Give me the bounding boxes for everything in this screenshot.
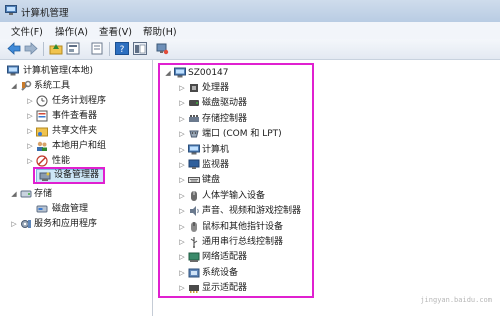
watermark: jingyan.baidu.com xyxy=(392,280,492,312)
tree-task-scheduler-label: 任务计划程序 xyxy=(52,96,107,106)
tree-performance-label: 性能 xyxy=(52,156,71,166)
collapse-arrow-icon[interactable]: ◢ xyxy=(10,187,18,201)
tree-services[interactable]: ▷ 服务和应用程序 xyxy=(10,217,150,231)
tree-system-tools-label: 系统工具 xyxy=(34,81,71,91)
expand-arrow-icon[interactable]: ▷ xyxy=(26,154,34,168)
tree-shared-folders[interactable]: ▷ 共享文件夹 xyxy=(26,124,150,138)
event-viewer-icon xyxy=(36,110,48,122)
performance-icon xyxy=(36,155,48,167)
svg-text:?: ? xyxy=(120,45,125,55)
tree-system-tools[interactable]: ◢ 系统工具 xyxy=(10,79,150,93)
tree-storage-label: 存储 xyxy=(34,189,53,199)
tree-shared-folders-label: 共享文件夹 xyxy=(52,126,98,136)
expand-arrow-icon[interactable]: ▷ xyxy=(26,124,34,138)
help-icon[interactable]: ? xyxy=(115,42,129,55)
device-action-icon[interactable] xyxy=(155,42,169,55)
computer-management-icon xyxy=(5,5,17,16)
device-tree-highlight xyxy=(158,63,314,298)
tree-disk-management-label: 磁盘管理 xyxy=(52,204,89,214)
watermark-text: jingyan.baidu.com xyxy=(420,296,492,304)
tree-event-viewer-label: 事件查看器 xyxy=(52,111,98,121)
computer-management-icon xyxy=(7,65,19,77)
title-bar: 计算机管理 xyxy=(0,0,500,22)
disk-management-icon xyxy=(36,203,48,215)
services-icon xyxy=(20,218,32,230)
tree-task-scheduler[interactable]: ▷ 任务计划程序 xyxy=(26,94,150,108)
tree-disk-management[interactable]: 磁盘管理 xyxy=(26,202,150,216)
expand-arrow-icon[interactable]: ▷ xyxy=(10,217,18,231)
expand-arrow-icon[interactable]: ▷ xyxy=(26,94,34,108)
menu-view[interactable]: 查看(V) xyxy=(99,24,132,38)
collapse-arrow-icon[interactable]: ◢ xyxy=(10,79,18,93)
menu-bar: 文件(F) 操作(A) 查看(V) 帮助(H) xyxy=(0,22,500,40)
toolbar-separator xyxy=(43,42,44,56)
menu-action[interactable]: 操作(A) xyxy=(55,24,88,38)
properties-icon[interactable] xyxy=(66,42,80,55)
clock-icon xyxy=(36,95,48,107)
back-icon[interactable] xyxy=(7,42,21,55)
tree-local-users[interactable]: ▷ 本地用户和组 xyxy=(26,139,150,153)
storage-icon xyxy=(20,188,32,200)
menu-help[interactable]: 帮助(H) xyxy=(143,24,177,38)
up-icon[interactable] xyxy=(49,42,63,55)
forward-icon[interactable] xyxy=(24,42,38,55)
users-icon xyxy=(36,140,48,152)
expand-arrow-icon[interactable]: ▷ xyxy=(26,109,34,123)
export-icon[interactable] xyxy=(90,42,104,55)
console-icon[interactable] xyxy=(133,42,147,55)
tree-local-users-label: 本地用户和组 xyxy=(52,141,107,151)
tree-storage[interactable]: ◢ 存储 xyxy=(10,187,150,201)
device-manager-highlight xyxy=(33,167,105,184)
tree-event-viewer[interactable]: ▷ 事件查看器 xyxy=(26,109,150,123)
shared-folder-icon xyxy=(36,125,48,137)
tree-performance[interactable]: ▷ 性能 xyxy=(26,154,150,168)
navigation-tree: 计算机管理(本地) ◢ 系统工具 ▷ 任务计划程序 ▷ 事件查看器 ▷ 共享文件… xyxy=(0,60,153,316)
tree-root[interactable]: 计算机管理(本地) xyxy=(5,64,151,78)
toolbar-separator xyxy=(109,42,110,56)
system-tools-icon xyxy=(20,80,32,92)
toolbar: ? xyxy=(0,39,500,60)
menu-file[interactable]: 文件(F) xyxy=(11,24,43,38)
window-title: 计算机管理 xyxy=(21,8,69,19)
expand-arrow-icon[interactable]: ▷ xyxy=(26,139,34,153)
tree-root-label: 计算机管理(本地) xyxy=(23,66,94,76)
tree-services-label: 服务和应用程序 xyxy=(34,219,98,229)
